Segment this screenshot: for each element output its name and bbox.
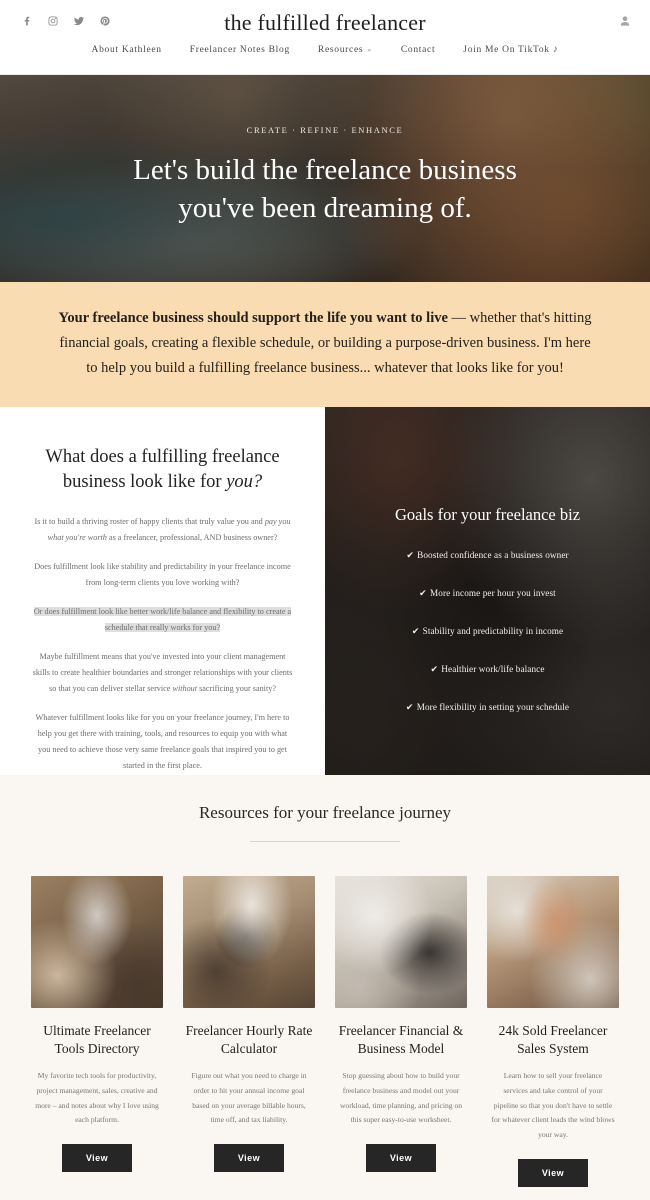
goal-label: More income per hour you invest	[429, 587, 556, 598]
resource-card-view-button[interactable]: View	[213, 1144, 285, 1173]
check-icon: ✔	[411, 625, 420, 636]
nav-label: Freelancer Notes Blog	[189, 44, 290, 55]
goal-label: Boosted confidence as a business owner	[417, 549, 569, 560]
check-icon: ✔	[405, 701, 414, 712]
hero-headline-line1: Let's build the freelance business	[133, 154, 517, 186]
goal-label: Stability and predictability in income	[422, 625, 564, 636]
hero-headline-line2: you've been dreaming of.	[178, 192, 472, 225]
nav-label: Resources	[317, 44, 364, 55]
nav-label: Join Me On TikTok	[463, 44, 550, 55]
nav-label: Contact	[400, 44, 436, 55]
resource-card-image	[335, 875, 467, 1008]
goals-content: Goals for your freelance biz ✔ Boosted co…	[325, 407, 650, 713]
goal-label: More flexibility in setting your schedul…	[416, 701, 570, 712]
resource-card-view-button[interactable]: View	[365, 1144, 437, 1173]
resources-title: Resources for your freelance journey	[198, 802, 452, 822]
paragraph-emphasis: without	[172, 683, 198, 693]
nav-item-resources[interactable]: Resources ⌄	[318, 45, 373, 55]
resources-section: Resources for your freelance journey Ult…	[0, 774, 650, 1200]
resource-card-title: Freelancer Financial & Business Model	[338, 1022, 464, 1057]
hero-eyebrow: CREATE · REFINE · ENHANCE	[246, 125, 404, 135]
resource-card-view-button[interactable]: View	[61, 1144, 133, 1173]
nav-item-about-kathleen[interactable]: About Kathleen	[92, 45, 162, 55]
goal-item: ✔ More income per hour you invest	[343, 588, 632, 599]
resource-card-description: My favorite tech tools for productivity,…	[35, 1071, 159, 1125]
nav-item-contact[interactable]: Contact	[401, 45, 435, 55]
value-prop-text-column: What does a fulfilling freelance busines…	[0, 406, 325, 775]
value-prop-heading-line2-pre: business look like for	[62, 472, 227, 493]
site-header: the fulfilled freelancer About Kathleen …	[0, 0, 650, 75]
resource-card[interactable]: Ultimate Freelancer Tools Directory My f…	[31, 875, 163, 1173]
resource-card-image	[31, 875, 163, 1008]
intro-banner: Your freelance business should support t…	[0, 282, 650, 407]
value-prop-heading: What does a fulfilling freelance busines…	[26, 445, 299, 496]
resource-card-title: Freelancer Hourly Rate Calculator	[185, 1022, 313, 1057]
hero-section: CREATE · REFINE · ENHANCE Let's build th…	[0, 75, 650, 282]
nav-item-freelancer-notes-blog[interactable]: Freelancer Notes Blog	[190, 45, 290, 55]
music-note-icon: ♪	[552, 44, 559, 55]
main-nav: About Kathleen Freelancer Notes Blog Res…	[0, 44, 650, 55]
value-prop-paragraph: Whatever fulfillment looks like for you …	[26, 710, 299, 774]
intro-banner-text: Your freelance business should support t…	[52, 306, 598, 381]
resource-card-image	[183, 875, 315, 1008]
paragraph-post: sacrificing your sanity?	[197, 683, 276, 693]
account-icon[interactable]	[618, 14, 632, 28]
nav-item-join-me-on-tiktok[interactable]: Join Me On TikTok ♪	[463, 44, 558, 55]
value-prop-heading-emphasis: you?	[226, 472, 263, 493]
value-prop-section: What does a fulfilling freelance busines…	[0, 406, 650, 775]
check-icon: ✔	[406, 549, 415, 560]
goal-item: ✔ More flexibility in setting your schedu…	[343, 702, 632, 713]
value-prop-heading-line1: What does a fulfilling freelance	[45, 446, 280, 467]
resource-card-title: Ultimate Freelancer Tools Directory	[43, 1022, 151, 1057]
site-brand-title[interactable]: the fulfilled freelancer	[0, 10, 650, 36]
goal-item: ✔ Stability and predictability in income	[343, 626, 632, 637]
hero-content: CREATE · REFINE · ENHANCE Let's build th…	[0, 125, 650, 228]
goal-item: ✔ Healthier work/life balance	[343, 664, 632, 675]
resource-card-description: Figure out what you need to charge in or…	[191, 1071, 307, 1125]
hero-headline: Let's build the freelance business you'v…	[0, 151, 650, 228]
resource-card-description: Stop guessing about how to build your fr…	[339, 1071, 463, 1125]
check-icon: ✔	[419, 587, 427, 598]
goal-item: ✔ Boosted confidence as a business owner	[343, 550, 632, 561]
resource-card-image	[487, 875, 619, 1008]
value-prop-paragraph-highlighted: Or does fulfillment look like better wor…	[26, 604, 299, 636]
page-root: the fulfilled freelancer About Kathleen …	[0, 0, 650, 1200]
chevron-down-icon: ⌄	[366, 44, 373, 53]
value-prop-paragraph: Maybe fulfillment means that you've inve…	[26, 649, 299, 697]
value-prop-paragraph: Is it to build a thriving roster of happ…	[26, 514, 299, 546]
resource-card[interactable]: Freelancer Hourly Rate Calculator Figure…	[183, 875, 315, 1173]
paragraph-pre: Or does fulfillment look like better wor…	[33, 606, 292, 632]
resource-card-description: Learn how to sell your freelance service…	[491, 1071, 615, 1140]
value-prop-paragraph: Does fulfillment look like stability and…	[26, 559, 299, 591]
paragraph-post: as a freelancer, professional, AND busin…	[106, 532, 278, 542]
intro-banner-bold-lead: Your freelance business should support t…	[58, 310, 448, 326]
resource-cards: Ultimate Freelancer Tools Directory My f…	[0, 842, 650, 1188]
paragraph-pre: Does fulfillment look like stability and…	[34, 561, 291, 587]
check-icon: ✔	[430, 663, 439, 674]
resource-card[interactable]: 24k Sold Freelancer Sales System Learn h…	[487, 875, 619, 1188]
goal-label: Healthier work/life balance	[441, 663, 545, 674]
goals-title: Goals for your freelance biz	[394, 504, 581, 524]
paragraph-pre: Is it to build a thriving roster of happ…	[34, 516, 265, 526]
resource-card-view-button[interactable]: View	[517, 1159, 589, 1188]
nav-label: About Kathleen	[91, 44, 162, 55]
resource-card-title: 24k Sold Freelancer Sales System	[498, 1022, 608, 1057]
resource-card[interactable]: Freelancer Financial & Business Model St…	[335, 875, 467, 1173]
goals-panel: Goals for your freelance biz ✔ Boosted co…	[325, 406, 650, 775]
paragraph-pre: Whatever fulfillment looks like for you …	[35, 712, 290, 770]
